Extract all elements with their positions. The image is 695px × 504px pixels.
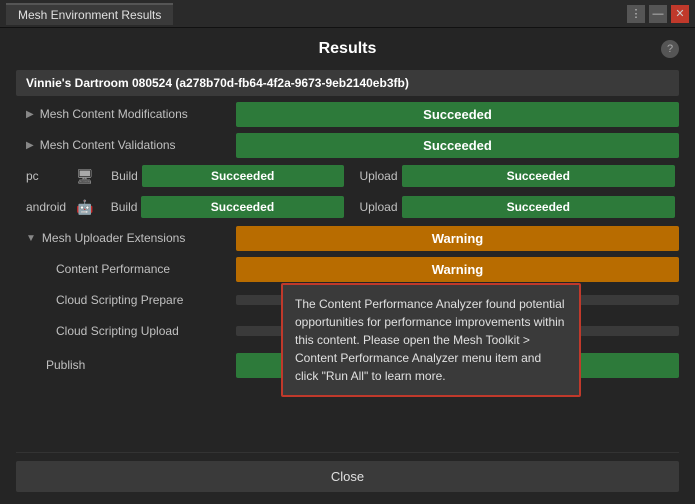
android-upload-status: Succeeded: [402, 196, 676, 218]
cloud-scripting-prepare-label: Cloud Scripting Prepare: [46, 293, 236, 307]
mesh-uploader-extensions-status: Warning: [236, 226, 679, 251]
tooltip-text: The Content Performance Analyzer found p…: [295, 297, 565, 383]
cloud-scripting-upload-label: Cloud Scripting Upload: [46, 324, 236, 338]
mesh-content-validations-status: Succeeded: [236, 133, 679, 158]
mesh-content-modifications-row: ▶ Mesh Content Modifications Succeeded: [16, 100, 679, 128]
mesh-content-validations-label: ▶ Mesh Content Validations: [16, 138, 236, 152]
android-upload-section: Upload Succeeded: [348, 196, 680, 218]
tooltip-popup: The Content Performance Analyzer found p…: [281, 283, 581, 397]
build-id-row: Vinnie's Dartroom 080524 (a278b70d-fb64-…: [16, 70, 679, 96]
arrow-right-icon: ▶: [26, 109, 34, 120]
mesh-content-modifications-label: ▶ Mesh Content Modifications: [16, 107, 236, 121]
arrow-right-icon-2: ▶: [26, 140, 34, 151]
minimize-button[interactable]: —: [649, 5, 667, 23]
more-options-button[interactable]: ⋮: [627, 5, 645, 23]
mesh-content-modifications-status: Succeeded: [236, 102, 679, 127]
android-platform-label: android: [16, 200, 76, 214]
title-bar: Mesh Environment Results ⋮ — ✕: [0, 0, 695, 28]
content-performance-row: Content Performance Warning: [16, 255, 679, 283]
mesh-uploader-extensions-row: ▼ Mesh Uploader Extensions Warning: [16, 224, 679, 252]
build-id-text: Vinnie's Dartroom 080524 (a278b70d-fb64-…: [26, 76, 409, 90]
android-build-status: Succeeded: [141, 196, 343, 218]
results-title: Results: [319, 40, 377, 58]
title-bar-left: Mesh Environment Results: [6, 3, 173, 25]
title-bar-controls: ⋮ — ✕: [627, 5, 689, 23]
pc-upload-label: Upload: [348, 169, 398, 183]
tab-label: Mesh Environment Results: [18, 8, 161, 22]
content-performance-status: Warning: [236, 257, 679, 282]
publish-label: Publish: [16, 358, 236, 372]
android-upload-label: Upload: [348, 200, 398, 214]
content-performance-label: Content Performance: [46, 262, 236, 276]
pc-icon: 🖥: [76, 168, 94, 185]
pc-build-label: Build: [94, 169, 138, 183]
pc-build-section: pc 🖥 Build Succeeded: [16, 165, 348, 187]
window-close-button[interactable]: ✕: [671, 5, 689, 23]
mesh-uploader-extensions-label: ▼ Mesh Uploader Extensions: [16, 231, 236, 245]
title-tab: Mesh Environment Results: [6, 3, 173, 25]
close-section: Close: [16, 452, 679, 492]
pc-upload-status: Succeeded: [402, 165, 676, 187]
mesh-content-validations-row: ▶ Mesh Content Validations Succeeded: [16, 131, 679, 159]
android-build-label: Build: [93, 200, 137, 214]
android-icon: 🤖: [76, 199, 93, 216]
pc-upload-section: Upload Succeeded: [348, 165, 680, 187]
close-button[interactable]: Close: [16, 461, 679, 492]
pc-build-status: Succeeded: [142, 165, 344, 187]
help-icon[interactable]: ?: [661, 40, 679, 58]
pc-row: pc 🖥 Build Succeeded Upload Succeeded: [16, 162, 679, 190]
arrow-down-icon: ▼: [26, 233, 36, 244]
main-content: Results ? Vinnie's Dartroom 080524 (a278…: [0, 28, 695, 504]
pc-platform-label: pc: [16, 169, 76, 183]
android-row: android 🤖 Build Succeeded Upload Succeed…: [16, 193, 679, 221]
android-build-section: android 🤖 Build Succeeded: [16, 196, 348, 218]
results-header: Results ?: [16, 40, 679, 58]
warning-section: Content Performance Warning The Content …: [16, 255, 679, 348]
